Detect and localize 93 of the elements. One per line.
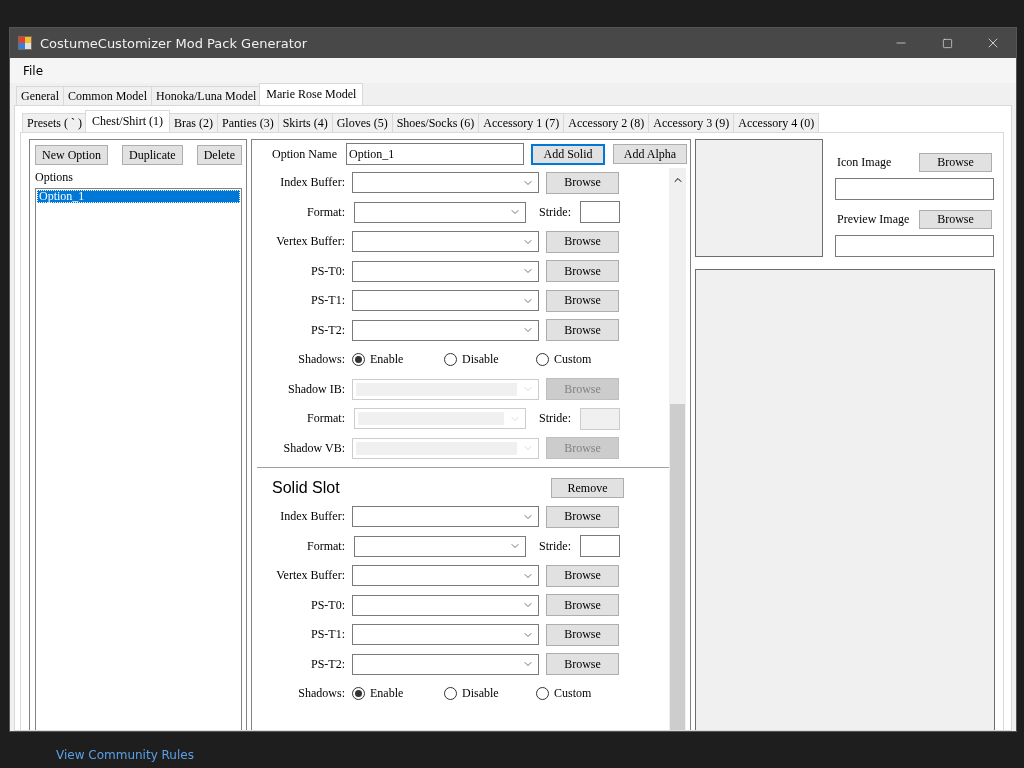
tab[interactable]: Skirts (4) [277,113,333,132]
radio-option[interactable]: Custom [536,352,628,368]
browse-button[interactable]: Browse [546,564,619,587]
dropdown-field[interactable] [352,594,539,616]
tab[interactable]: Marie Rose Model [259,83,364,105]
browse-button[interactable]: Browse [919,209,992,229]
menu-item[interactable]: File [16,61,51,80]
field-label: Vertex Buffer: [275,568,346,584]
maximize-icon [941,37,953,49]
tab[interactable]: Chest/Shirt (1) [85,110,170,132]
field-label: PS-T0: [310,263,346,279]
app-icon [18,36,32,50]
tab[interactable]: Accessory 3 (9) [648,113,735,132]
list-item[interactable]: Option_1 [37,190,240,203]
radio-circle[interactable] [352,687,365,701]
browse-button[interactable]: Browse [546,505,619,528]
field-label: PS-T0: [310,597,346,613]
tab[interactable]: Presets ( ` ) [22,113,87,132]
radio-option[interactable]: Custom [536,686,628,702]
option-name-field[interactable]: Option_1 [346,143,524,165]
radio-circle[interactable] [444,353,457,367]
tab[interactable]: Accessory 4 (0) [733,113,820,132]
scroll-thumb[interactable] [670,404,685,730]
browse-button[interactable]: Browse [546,260,619,283]
browse-button[interactable]: Browse [546,623,619,646]
tab[interactable]: Bras (2) [169,113,218,132]
options-label: Options [35,170,74,185]
tab[interactable]: Accessory 2 (8) [563,113,650,132]
browse-button[interactable]: Browse [546,319,619,342]
tab[interactable]: Shoes/Socks (6) [391,113,480,132]
tab[interactable]: Gloves (5) [331,113,393,132]
dropdown-field[interactable] [352,290,539,312]
radio-circle[interactable] [444,687,457,701]
option-button[interactable]: Duplicate [122,145,183,165]
option-name-label: Option Name [272,146,338,162]
field-label: PS-T2: [310,322,346,338]
remove-button[interactable]: Remove [551,478,624,498]
add-slot-button[interactable]: Add Alpha [613,144,687,164]
tab[interactable]: Accessory 1 (7) [478,113,565,132]
dropdown-field[interactable] [354,535,526,557]
image-path-field[interactable] [835,235,994,257]
browse-button[interactable]: Browse [546,594,619,617]
image-label: Icon Image [837,154,892,170]
option-button[interactable]: New Option [35,145,108,165]
field-label: PS-T2: [310,656,346,672]
browse-button[interactable]: Browse [546,171,619,194]
stride-field[interactable] [580,201,620,224]
dropdown-field[interactable] [352,565,539,587]
field-label: Shadow IB: [287,381,346,397]
browse-button[interactable]: Browse [546,230,619,253]
dropdown-field[interactable] [354,201,526,223]
community-rules-link[interactable]: View Community Rules [56,748,1024,762]
dropdown-field[interactable] [352,172,539,194]
field-label: PS-T1: [310,293,346,309]
window-title: CostumeCustomizer Mod Pack Generator [40,35,309,51]
image-path-field[interactable] [835,178,994,200]
scrollbar[interactable] [669,168,686,730]
dropdown-field[interactable] [352,624,539,646]
radio-circle[interactable] [352,353,365,367]
dropdown-field[interactable] [352,319,539,341]
browse-button[interactable]: Browse [546,653,619,676]
tab[interactable]: Panties (3) [217,113,279,132]
tab[interactable]: General [16,86,64,105]
dropdown-field[interactable] [352,260,539,282]
field-label: Shadows: [297,686,346,702]
radio-option[interactable]: Enable [352,352,444,368]
field-label: Format: [306,204,346,220]
field-label: Stride: [539,538,571,554]
dropdown-field[interactable] [352,506,539,528]
field-label: Stride: [539,204,571,220]
radio-option[interactable]: Enable [352,686,444,702]
slot-title: Solid Slot [272,479,340,497]
radio-option[interactable]: Disable [444,686,536,702]
browse-button[interactable]: Browse [919,152,992,172]
stride-field[interactable] [580,535,620,558]
radio-circle[interactable] [536,353,549,367]
field-label: PS-T1: [310,627,346,643]
field-label: Index Buffer: [279,175,346,191]
field-label: Vertex Buffer: [275,234,346,250]
field-label: Stride: [539,411,571,427]
browse-button[interactable]: Browse [546,289,619,312]
field-label: Shadows: [297,352,346,368]
field-label: Format: [306,538,346,554]
image-label: Preview Image [837,211,910,227]
field-label: Shadow VB: [282,440,346,456]
add-slot-button[interactable]: Add Solid [531,143,605,165]
field-label: Format: [306,411,346,427]
field-label: Index Buffer: [279,509,346,525]
dropdown-field[interactable] [352,653,539,675]
dropdown-field[interactable] [352,231,539,253]
radio-option[interactable]: Disable [444,352,536,368]
option-button[interactable]: Delete [196,145,242,165]
radio-circle[interactable] [536,687,549,701]
